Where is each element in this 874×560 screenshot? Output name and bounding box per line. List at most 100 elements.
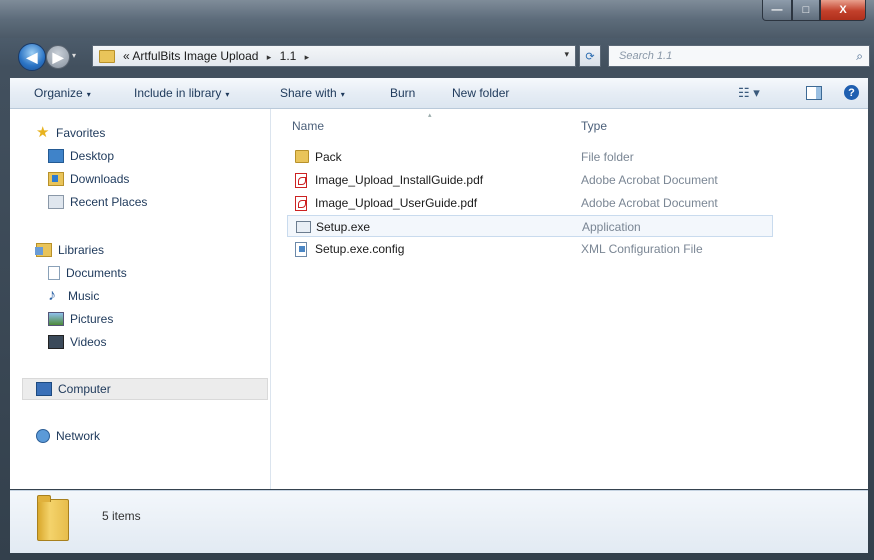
exe-icon xyxy=(296,221,311,233)
sidebar-item-label: Music xyxy=(68,289,100,303)
sidebar-item-label: Favorites xyxy=(56,126,106,140)
sidebar-item-desktop[interactable]: Desktop xyxy=(48,146,114,166)
sidebar-item-recent-places[interactable]: Recent Places xyxy=(48,192,147,212)
breadcrumb-overflow[interactable]: « xyxy=(123,49,130,63)
table-row[interactable]: Setup.exe.config XML Configuration File xyxy=(287,238,773,260)
sidebar-item-label: Network xyxy=(56,429,101,443)
pictures-icon xyxy=(48,312,64,326)
sidebar-item-label: Pictures xyxy=(70,312,114,326)
forward-button[interactable]: ▶ xyxy=(46,45,70,69)
file-type: XML Configuration File xyxy=(581,242,703,256)
organize-button[interactable]: Organize ▾ xyxy=(34,86,91,100)
desktop-icon xyxy=(48,149,64,163)
address-dropdown-icon[interactable]: ▾ xyxy=(564,49,569,60)
file-name: Setup.exe xyxy=(316,220,371,234)
back-arrow-icon: ◀ xyxy=(26,48,38,65)
folder-icon xyxy=(295,150,309,163)
search-icon[interactable]: ⌕ xyxy=(856,49,863,64)
sidebar-item-label: Desktop xyxy=(70,149,115,163)
libraries-icon xyxy=(35,243,52,257)
file-type: Adobe Acrobat Document xyxy=(581,173,718,187)
folder-icon xyxy=(37,495,69,541)
table-row[interactable]: Pack File folder xyxy=(287,146,773,168)
file-list: ▴ Name Type Pack File folder Image_Uploa… xyxy=(271,109,868,489)
sidebar-item-label: Recent Places xyxy=(70,195,148,209)
chevron-down-icon: ▾ xyxy=(86,90,91,99)
organize-label: Organize xyxy=(34,86,83,100)
folder-icon xyxy=(99,49,115,63)
file-type: Application xyxy=(582,220,641,234)
sidebar-item-label: Documents xyxy=(66,266,127,280)
recent-places-icon xyxy=(48,195,64,209)
recent-pages-dropdown-icon[interactable]: ▾ xyxy=(72,51,76,60)
share-with-button[interactable]: Share with ▾ xyxy=(280,86,345,100)
sidebar-item-network[interactable]: Network xyxy=(36,426,100,446)
sidebar-item-documents[interactable]: Documents xyxy=(48,263,127,283)
share-with-label: Share with xyxy=(280,86,337,100)
file-name: Image_Upload_InstallGuide.pdf xyxy=(315,173,484,187)
column-header-type[interactable]: Type xyxy=(581,119,607,133)
refresh-button[interactable]: ⟳ xyxy=(579,45,601,67)
sidebar-item-label: Videos xyxy=(70,335,107,349)
navigation-pane: ★ Favorites Desktop Downloads Recent Plac… xyxy=(10,109,271,489)
new-folder-button[interactable]: New folder xyxy=(452,86,509,100)
file-name: Pack xyxy=(315,150,342,164)
change-view-button[interactable]: ☷ ▾ xyxy=(738,85,760,101)
search-input[interactable]: Search 1.1 ⌕ xyxy=(608,45,870,67)
sidebar-item-videos[interactable]: Videos xyxy=(48,332,106,352)
pdf-icon xyxy=(295,173,307,188)
computer-icon xyxy=(36,382,52,396)
column-header-name[interactable]: Name xyxy=(292,119,324,133)
file-name: Setup.exe.config xyxy=(315,242,405,256)
breadcrumb-separator-icon[interactable]: ▸ xyxy=(305,52,310,62)
file-name: Image_Upload_UserGuide.pdf xyxy=(315,196,478,210)
breadcrumb-item[interactable]: ArtfulBits Image Upload xyxy=(132,49,258,63)
close-button[interactable]: X xyxy=(820,0,866,21)
help-icon[interactable]: ? xyxy=(844,85,859,100)
sidebar-item-pictures[interactable]: Pictures xyxy=(48,309,113,329)
burn-button[interactable]: Burn xyxy=(390,86,415,100)
table-row[interactable]: Image_Upload_InstallGuide.pdf Adobe Acro… xyxy=(287,169,773,191)
chevron-down-icon: ▾ xyxy=(340,90,345,99)
preview-pane-icon[interactable] xyxy=(806,86,822,100)
sidebar-item-label: Libraries xyxy=(58,243,105,257)
config-icon xyxy=(295,242,307,257)
breadcrumb-separator-icon[interactable]: ▸ xyxy=(267,52,272,62)
sidebar-item-downloads[interactable]: Downloads xyxy=(48,169,129,189)
pdf-icon xyxy=(295,196,307,211)
chevron-down-icon: ▾ xyxy=(225,90,230,99)
sidebar-item-libraries[interactable]: Libraries xyxy=(35,240,105,260)
network-icon xyxy=(36,429,50,443)
sidebar-item-favorites[interactable]: ★ Favorites xyxy=(36,123,105,143)
videos-icon xyxy=(48,335,64,349)
sidebar-item-music[interactable]: ♪ Music xyxy=(48,286,99,306)
downloads-icon xyxy=(48,172,64,186)
refresh-icon: ⟳ xyxy=(585,50,595,63)
include-in-library-button[interactable]: Include in library ▾ xyxy=(134,86,229,100)
details-pane: 5 items xyxy=(10,490,868,553)
forward-arrow-icon: ▶ xyxy=(52,48,64,65)
search-placeholder: Search 1.1 xyxy=(619,50,673,62)
sidebar-item-label: Downloads xyxy=(70,172,130,186)
sidebar-item-computer[interactable]: Computer xyxy=(36,379,111,399)
breadcrumb: « ArtfulBits Image Upload ▸ 1.1 ▸ xyxy=(123,49,314,63)
command-bar: Organize ▾ Include in library ▾ Share with… xyxy=(10,78,868,109)
file-type: Adobe Acrobat Document xyxy=(581,196,718,210)
documents-icon xyxy=(48,266,60,280)
sidebar-item-label: Computer xyxy=(58,382,111,396)
star-icon: ★ xyxy=(36,124,50,141)
include-in-library-label: Include in library xyxy=(134,86,222,100)
table-row[interactable]: Image_Upload_UserGuide.pdf Adobe Acrobat… xyxy=(287,192,773,214)
maximize-button[interactable]: □ xyxy=(792,0,820,21)
title-bar: — □ X xyxy=(0,0,874,38)
back-button[interactable]: ◀ xyxy=(18,43,46,71)
address-bar[interactable]: « ArtfulBits Image Upload ▸ 1.1 ▸ ▾ xyxy=(92,45,576,67)
explorer-window: — □ X ◀ ▶ ▾ « ArtfulBits Image Upload ▸ … xyxy=(0,0,874,560)
file-type: File folder xyxy=(581,150,634,164)
sort-indicator-icon: ▴ xyxy=(428,112,432,119)
table-row-selected[interactable]: Setup.exe Application xyxy=(287,215,773,237)
minimize-button[interactable]: — xyxy=(762,0,792,21)
music-icon: ♪ xyxy=(48,287,56,304)
breadcrumb-item[interactable]: 1.1 xyxy=(280,49,297,63)
caption-buttons: — □ X xyxy=(762,0,866,22)
